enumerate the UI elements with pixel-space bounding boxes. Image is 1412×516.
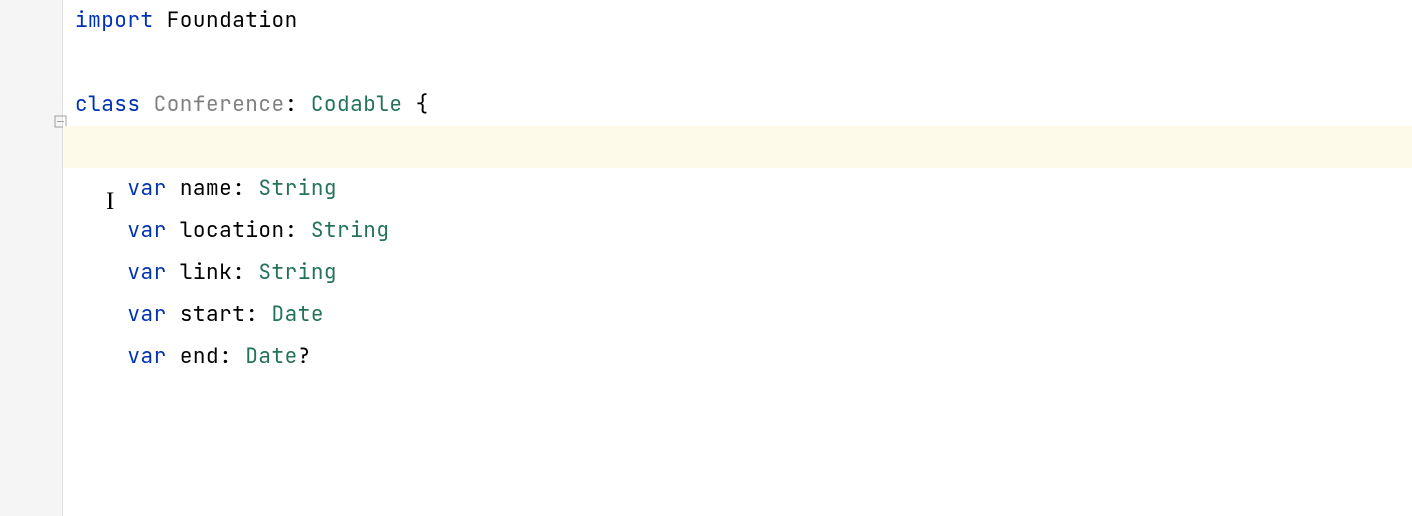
keyword-var: var <box>127 301 166 328</box>
colon: : <box>219 343 245 370</box>
var-name: link <box>167 259 233 286</box>
colon: : <box>232 175 258 202</box>
code-line <box>75 42 1412 84</box>
code-line: var end: Date? <box>75 336 1412 378</box>
type-name: String <box>258 259 337 286</box>
indent <box>75 301 127 328</box>
var-name: location <box>167 217 285 244</box>
indent <box>75 343 127 370</box>
code-line: var start: Date <box>75 294 1412 336</box>
var-name: end <box>167 343 219 370</box>
keyword-var: var <box>127 343 166 370</box>
var-name: name <box>167 175 233 202</box>
type-name: String <box>258 175 337 202</box>
code-line: var name: String <box>75 168 1412 210</box>
keyword-var: var <box>127 217 166 244</box>
type-name: Date <box>245 343 297 370</box>
indent <box>75 259 127 286</box>
module-name: Foundation <box>154 7 298 34</box>
code-editor[interactable]: import Foundation class Conference: Coda… <box>63 0 1412 516</box>
colon: : <box>285 91 311 118</box>
type-name: String <box>311 217 390 244</box>
code-line: import Foundation <box>75 0 1412 42</box>
keyword-var: var <box>127 259 166 286</box>
optional-marker: ? <box>298 343 311 370</box>
class-name: Conference <box>141 91 285 118</box>
indent <box>75 175 127 202</box>
indent <box>75 217 127 244</box>
editor-gutter <box>0 0 63 516</box>
colon: : <box>245 301 271 328</box>
code-line: var location: String <box>75 210 1412 252</box>
code-line: class Conference: Codable { <box>75 84 1412 126</box>
colon: : <box>232 259 258 286</box>
code-line-current <box>63 126 1412 168</box>
type-name: Date <box>272 301 324 328</box>
brace: { <box>403 91 429 118</box>
keyword-import: import <box>75 7 154 34</box>
var-name: start <box>167 301 246 328</box>
keyword-var: var <box>127 175 166 202</box>
colon: : <box>285 217 311 244</box>
protocol-name: Codable <box>311 91 403 118</box>
keyword-class: class <box>75 91 141 118</box>
code-line: var link: String <box>75 252 1412 294</box>
text-cursor-icon: I <box>106 181 114 223</box>
